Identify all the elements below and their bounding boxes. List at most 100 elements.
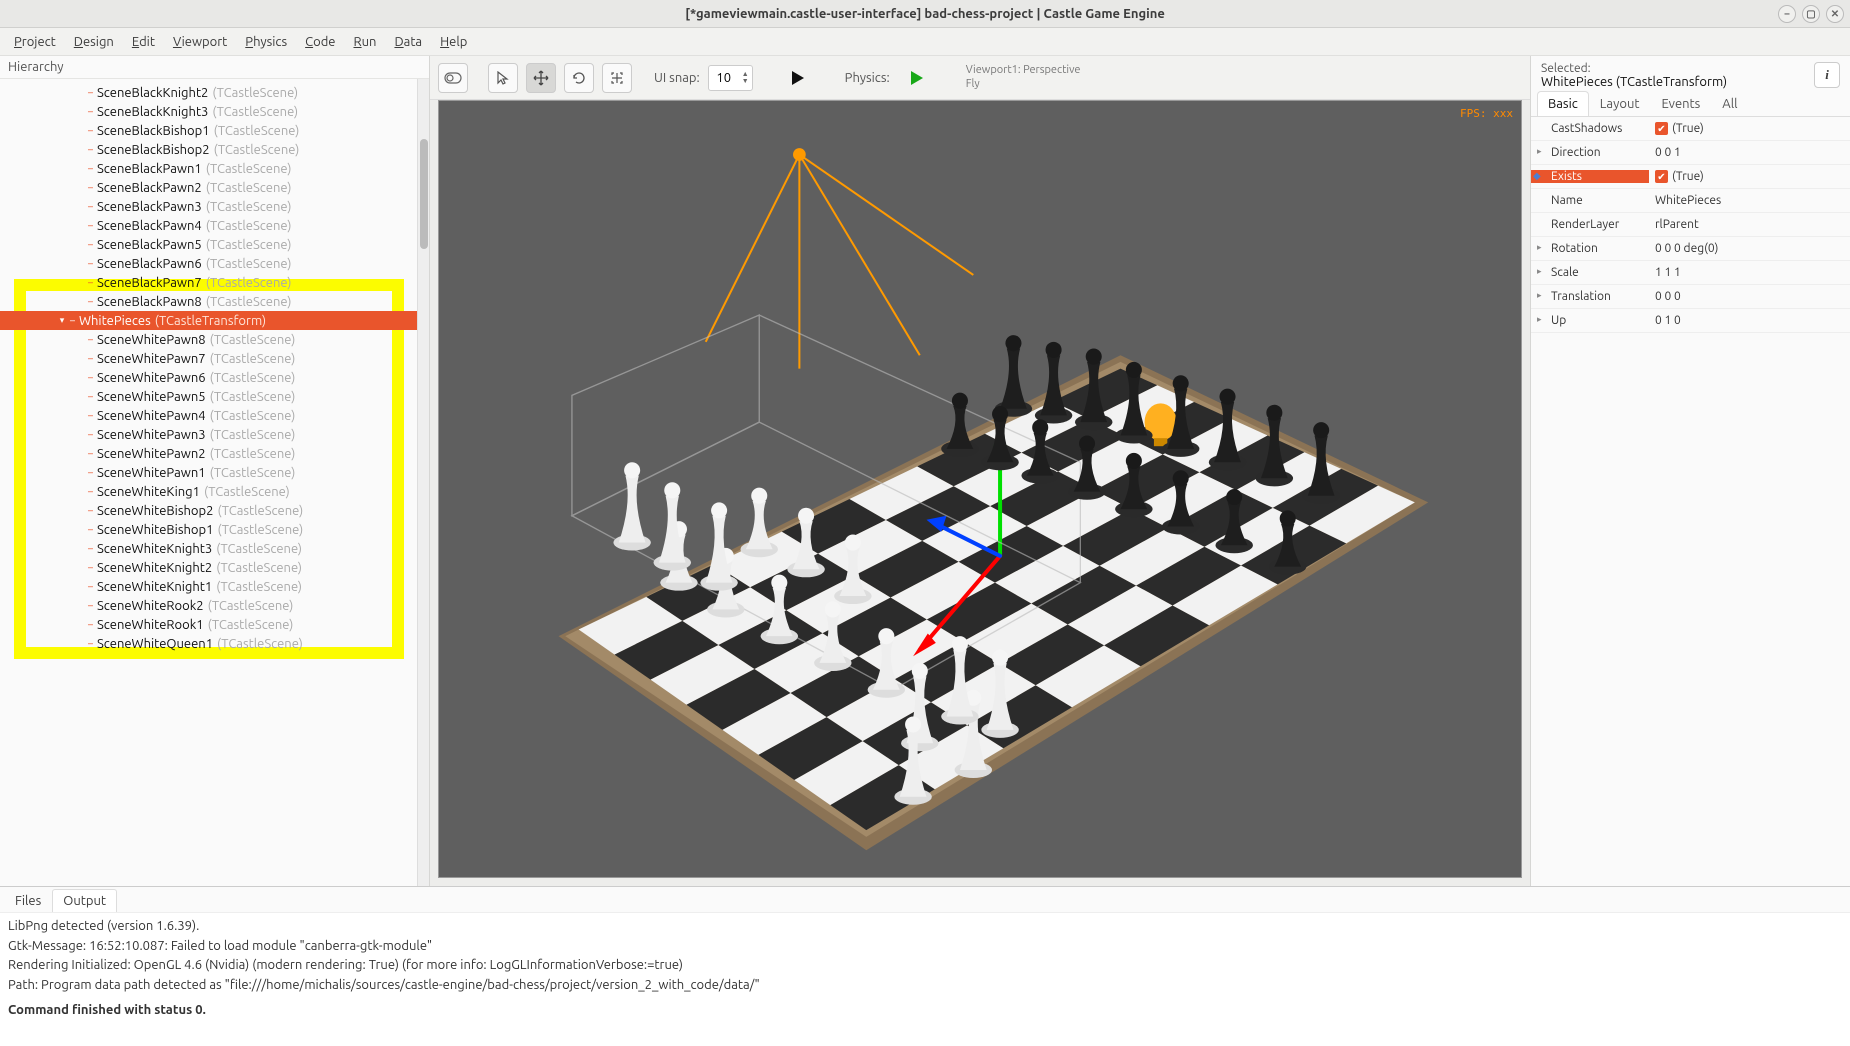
tree-row[interactable]: –SceneBlackKnight2 (TCastleScene) xyxy=(0,83,417,102)
close-button[interactable]: ✕ xyxy=(1826,5,1844,23)
output-log[interactable]: LibPng detected (version 1.6.39).Gtk-Mes… xyxy=(0,912,1850,1046)
tab-basic[interactable]: Basic xyxy=(1537,91,1589,116)
property-value[interactable]: ✔(True) xyxy=(1649,170,1850,184)
tree-item-type: (TCastleScene) xyxy=(206,295,292,309)
menu-code[interactable]: Code xyxy=(297,31,343,53)
property-row[interactable]: ▸Rotation0 0 0 deg(0) xyxy=(1531,237,1850,261)
tree-row[interactable]: –SceneWhitePawn2 (TCastleScene) xyxy=(0,444,417,463)
property-value[interactable]: 0 0 0 deg(0) xyxy=(1649,242,1850,255)
tree-item-name: SceneBlackPawn4 xyxy=(97,219,202,233)
move-tool-button[interactable] xyxy=(526,63,556,93)
physics-play-button[interactable] xyxy=(898,63,934,93)
rotate-tool-button[interactable] xyxy=(564,63,594,93)
menu-physics[interactable]: Physics xyxy=(237,31,295,53)
cursor-tool-button[interactable] xyxy=(488,63,518,93)
hierarchy-tree[interactable]: –SceneBlackKnight2 (TCastleScene)–SceneB… xyxy=(0,79,417,886)
tree-row[interactable]: –SceneBlackPawn7 (TCastleScene) xyxy=(0,273,417,292)
tab-events[interactable]: Events xyxy=(1650,91,1711,116)
tree-row[interactable]: –SceneWhiteRook2 (TCastleScene) xyxy=(0,596,417,615)
bottom-tab-files[interactable]: Files xyxy=(4,889,52,912)
tree-item-name: SceneWhiteRook1 xyxy=(97,618,204,632)
tree-row[interactable]: –SceneWhiteKnight2 (TCastleScene) xyxy=(0,558,417,577)
property-value[interactable]: 0 0 1 xyxy=(1649,146,1850,159)
property-row[interactable]: CastShadows✔(True) xyxy=(1531,117,1850,141)
tree-row[interactable]: –SceneWhitePawn4 (TCastleScene) xyxy=(0,406,417,425)
tree-row[interactable]: –SceneWhiteBishop2 (TCastleScene) xyxy=(0,501,417,520)
tab-layout[interactable]: Layout xyxy=(1589,91,1651,116)
property-value[interactable]: 0 1 0 xyxy=(1649,314,1850,327)
property-value[interactable]: 1 1 1 xyxy=(1649,266,1850,279)
tab-all[interactable]: All xyxy=(1711,91,1748,116)
scale-tool-button[interactable] xyxy=(602,63,632,93)
tree-row[interactable]: –SceneWhitePawn3 (TCastleScene) xyxy=(0,425,417,444)
maximize-button[interactable]: ▢ xyxy=(1802,5,1820,23)
uisnap-down-icon[interactable]: ▼ xyxy=(742,78,749,85)
property-value[interactable]: rlParent xyxy=(1649,218,1850,231)
property-value[interactable]: 0 0 0 xyxy=(1649,290,1850,303)
property-row[interactable]: ▸Translation0 0 0 xyxy=(1531,285,1850,309)
tree-row[interactable]: –SceneBlackPawn2 (TCastleScene) xyxy=(0,178,417,197)
toggle-button[interactable] xyxy=(438,63,468,93)
tree-item-name: SceneBlackPawn3 xyxy=(97,200,202,214)
tree-row[interactable]: –SceneBlackBishop1 (TCastleScene) xyxy=(0,121,417,140)
info-button[interactable]: i xyxy=(1814,62,1840,88)
tree-row[interactable]: –SceneWhitePawn5 (TCastleScene) xyxy=(0,387,417,406)
tree-item-type: (TCastleScene) xyxy=(217,504,303,518)
property-row[interactable]: ▸Up0 1 0 xyxy=(1531,309,1850,333)
menu-edit[interactable]: Edit xyxy=(124,31,163,53)
bottom-tab-output[interactable]: Output xyxy=(52,889,117,912)
tree-item-name: SceneWhitePawn3 xyxy=(97,428,206,442)
property-key: Direction xyxy=(1551,146,1601,159)
checkbox-icon[interactable]: ✔ xyxy=(1655,170,1668,183)
tree-row[interactable]: –SceneWhiteKnight1 (TCastleScene) xyxy=(0,577,417,596)
hierarchy-scrollbar[interactable] xyxy=(417,79,429,886)
tree-item-type: (TCastleScene) xyxy=(210,428,296,442)
play-button[interactable] xyxy=(779,63,815,93)
tree-row[interactable]: –SceneBlackPawn4 (TCastleScene) xyxy=(0,216,417,235)
tree-row[interactable]: –SceneBlackPawn5 (TCastleScene) xyxy=(0,235,417,254)
tree-row[interactable]: –SceneBlackBishop2 (TCastleScene) xyxy=(0,140,417,159)
viewport-3d[interactable]: FPS: xxx xyxy=(438,100,1522,878)
tree-row[interactable]: –SceneBlackPawn8 (TCastleScene) xyxy=(0,292,417,311)
tree-row[interactable]: –SceneWhitePawn8 (TCastleScene) xyxy=(0,330,417,349)
window-title: [*gameviewmain.castle-user-interface] ba… xyxy=(685,7,1165,21)
tree-row[interactable]: –SceneBlackKnight3 (TCastleScene) xyxy=(0,102,417,121)
tree-row[interactable]: –SceneWhitePawn6 (TCastleScene) xyxy=(0,368,417,387)
tree-row[interactable]: –SceneWhiteRook1 (TCastleScene) xyxy=(0,615,417,634)
tree-row[interactable]: –SceneWhitePawn1 (TCastleScene) xyxy=(0,463,417,482)
scrollbar-thumb[interactable] xyxy=(420,139,428,249)
tree-row[interactable]: –SceneBlackPawn3 (TCastleScene) xyxy=(0,197,417,216)
property-value[interactable]: WhitePieces xyxy=(1649,194,1850,207)
tree-row[interactable]: ▾–WhitePieces (TCastleTransform) xyxy=(0,311,417,330)
property-row[interactable]: ▸Direction0 0 1 xyxy=(1531,141,1850,165)
tree-row[interactable]: –SceneBlackPawn1 (TCastleScene) xyxy=(0,159,417,178)
menu-project[interactable]: Project xyxy=(6,31,64,53)
property-row[interactable]: ▸Scale1 1 1 xyxy=(1531,261,1850,285)
tree-row[interactable]: –SceneWhiteKing1 (TCastleScene) xyxy=(0,482,417,501)
tree-item-type: (TCastleScene) xyxy=(208,618,294,632)
tree-item-type: (TCastleScene) xyxy=(217,523,303,537)
property-row[interactable]: ◆Exists✔(True) xyxy=(1531,165,1850,189)
tree-item-name: SceneWhitePawn7 xyxy=(97,352,206,366)
menu-run[interactable]: Run xyxy=(345,31,384,53)
menu-help[interactable]: Help xyxy=(432,31,475,53)
tree-row[interactable]: –SceneWhiteKnight3 (TCastleScene) xyxy=(0,539,417,558)
minimize-button[interactable]: – xyxy=(1778,5,1796,23)
menu-data[interactable]: Data xyxy=(386,31,430,53)
uisnap-input[interactable]: ▲▼ xyxy=(708,65,753,91)
uisnap-field[interactable] xyxy=(709,71,739,85)
property-table[interactable]: CastShadows✔(True)▸Direction0 0 1◆Exists… xyxy=(1531,117,1850,886)
property-value[interactable]: ✔(True) xyxy=(1649,122,1850,136)
menu-viewport[interactable]: Viewport xyxy=(165,31,235,53)
tree-item-name: SceneBlackKnight2 xyxy=(97,86,208,100)
property-row[interactable]: RenderLayerrlParent xyxy=(1531,213,1850,237)
tree-row[interactable]: –SceneWhiteQueen1 (TCastleScene) xyxy=(0,634,417,653)
property-row[interactable]: NameWhitePieces xyxy=(1531,189,1850,213)
tree-row[interactable]: –SceneWhiteBishop1 (TCastleScene) xyxy=(0,520,417,539)
checkbox-icon[interactable]: ✔ xyxy=(1655,122,1668,135)
tree-row[interactable]: –SceneWhitePawn7 (TCastleScene) xyxy=(0,349,417,368)
menu-design[interactable]: Design xyxy=(66,31,122,53)
tree-row[interactable]: –SceneBlackPawn6 (TCastleScene) xyxy=(0,254,417,273)
output-line: Gtk-Message: 16:52:10.087: Failed to loa… xyxy=(8,937,1842,957)
tree-item-type: (TCastleScene) xyxy=(210,333,296,347)
